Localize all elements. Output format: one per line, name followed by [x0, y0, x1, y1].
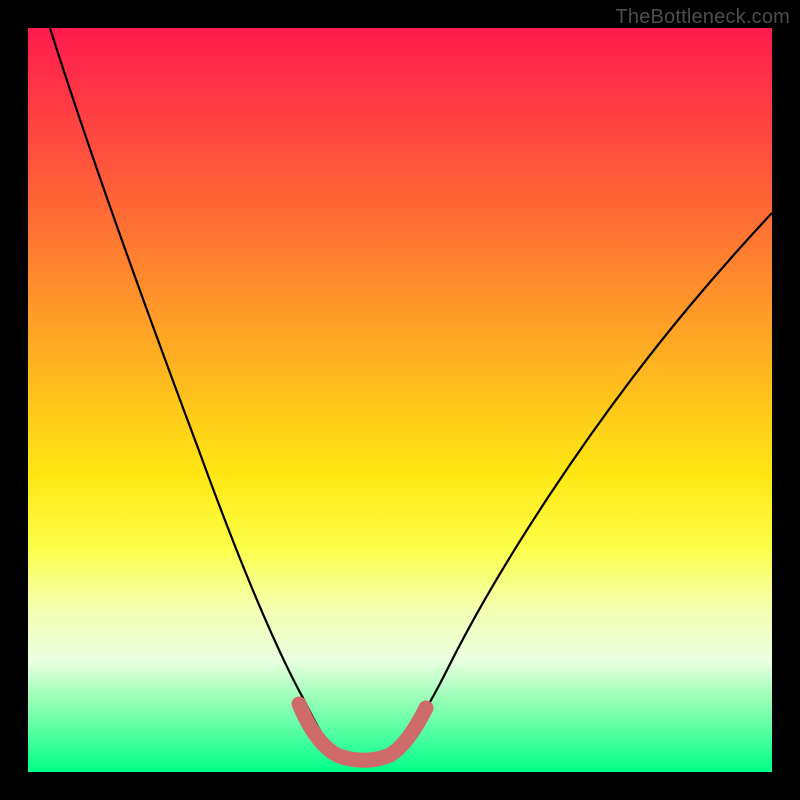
chart-frame: TheBottleneck.com [0, 0, 800, 800]
highlight-band [299, 704, 426, 760]
plot-area [28, 28, 772, 772]
highlight-dot [420, 702, 432, 714]
highlight-dot [293, 698, 305, 710]
curve-layer [28, 28, 772, 772]
watermark-text: TheBottleneck.com [615, 6, 790, 29]
bottleneck-curve [50, 28, 772, 759]
